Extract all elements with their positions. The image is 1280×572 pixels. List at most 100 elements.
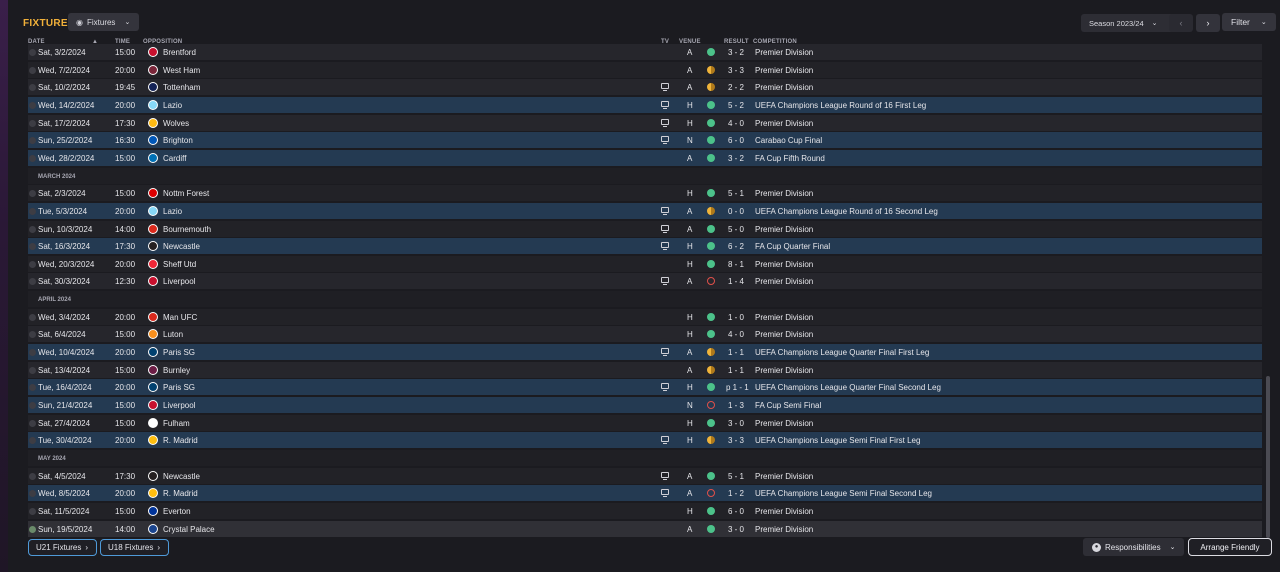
club-badge-icon[interactable] — [148, 347, 158, 358]
fixture-competition[interactable]: Premier Division — [755, 66, 813, 75]
club-badge-icon[interactable] — [148, 223, 158, 234]
club-badge-icon[interactable] — [148, 400, 158, 410]
fixture-competition[interactable]: FA Cup Semi Final — [755, 401, 821, 410]
club-badge-icon[interactable] — [148, 117, 158, 128]
opponent-name[interactable]: Cardiff — [163, 154, 186, 163]
opponent-name[interactable]: Burnley — [163, 366, 190, 375]
club-badge-icon[interactable] — [148, 329, 158, 340]
opponent-name[interactable]: Everton — [163, 507, 191, 516]
opponent-name[interactable]: Newcastle — [163, 242, 200, 251]
fixture-row[interactable]: Sat, 6/4/2024 15:00 Luton H 4 - 0 Premier Div… — [28, 326, 1262, 344]
fixture-competition[interactable]: FA Cup Quarter Final — [755, 242, 830, 251]
fixture-row[interactable]: Wed, 8/5/2024 20:00 R. Madrid A 1 - 2 UEFA Ch… — [28, 485, 1262, 503]
fixture-row[interactable]: Wed, 3/4/2024 20:00 Man UFC H 1 - 0 Premier D… — [28, 308, 1262, 326]
fixture-result[interactable]: 1 - 1 — [728, 366, 744, 375]
fixture-competition[interactable]: UEFA Champions League Semi Final First L… — [755, 436, 920, 445]
opponent-name[interactable]: Man UFC — [163, 313, 197, 322]
previous-season-button[interactable]: ‹ — [1169, 14, 1193, 32]
fixture-row[interactable]: Wed, 14/2/2024 20:00 Lazio H 5 - 2 UEFA Champ… — [28, 96, 1262, 114]
fixture-result[interactable]: p 1 - 1 — [726, 383, 749, 392]
fixture-result[interactable]: 6 - 0 — [728, 136, 744, 145]
fixture-competition[interactable]: Carabao Cup Final — [755, 136, 822, 145]
next-season-button[interactable]: › — [1196, 14, 1220, 32]
fixture-competition[interactable]: UEFA Champions League Quarter Final Firs… — [755, 348, 929, 357]
club-badge-icon[interactable] — [148, 470, 158, 481]
fixture-row[interactable]: Sat, 27/4/2024 15:00 Fulham H 3 - 0 Premier D… — [28, 414, 1262, 432]
fixture-competition[interactable]: UEFA Champions League Round of 16 First … — [755, 101, 926, 110]
club-badge-icon[interactable] — [148, 258, 158, 269]
fixture-result[interactable]: 5 - 2 — [728, 101, 744, 110]
opponent-name[interactable]: R. Madrid — [163, 489, 198, 498]
fixture-competition[interactable]: UEFA Champions League Quarter Final Seco… — [755, 383, 941, 392]
fixture-competition[interactable]: Premier Division — [755, 277, 813, 286]
fixture-competition[interactable]: Premier Division — [755, 83, 813, 92]
fixture-row[interactable]: Sat, 13/4/2024 15:00 Burnley A 1 - 1 Premier … — [28, 361, 1262, 379]
opponent-name[interactable]: Brighton — [163, 136, 193, 145]
opponent-name[interactable]: Paris SG — [163, 383, 195, 392]
fixture-row[interactable]: Tue, 30/4/2024 20:00 R. Madrid H 3 - 3 UEFA C… — [28, 432, 1262, 450]
fixture-competition[interactable]: Premier Division — [755, 225, 813, 234]
opponent-name[interactable]: Crystal Palace — [163, 525, 215, 534]
opponent-name[interactable]: Liverpool — [163, 277, 195, 286]
fixture-result[interactable]: 6 - 2 — [728, 242, 744, 251]
club-badge-icon[interactable] — [148, 488, 158, 499]
club-badge-icon[interactable] — [148, 99, 158, 110]
fixture-competition[interactable]: Premier Division — [755, 525, 813, 534]
club-badge-icon[interactable] — [148, 188, 158, 199]
club-badge-icon[interactable] — [148, 435, 158, 446]
fixture-result[interactable]: 3 - 0 — [728, 419, 744, 428]
fixture-row[interactable]: Sat, 16/3/2024 17:30 Newcastle H 6 - 2 FA Cup… — [28, 238, 1262, 256]
fixture-result[interactable]: 5 - 0 — [728, 225, 744, 234]
responsibilities-button[interactable]: ● Responsibilities ⌄ — [1083, 538, 1184, 556]
fixture-result[interactable]: 4 - 0 — [728, 330, 744, 339]
fixture-result[interactable]: 1 - 0 — [728, 313, 744, 322]
opponent-name[interactable]: West Ham — [163, 66, 200, 75]
fixture-row[interactable]: Wed, 28/2/2024 15:00 Cardiff A 3 - 2 FA Cup F… — [28, 149, 1262, 167]
fixture-row[interactable]: Sat, 30/3/2024 12:30 Liverpool A 1 - 4 Premie… — [28, 273, 1262, 291]
fixture-competition[interactable]: Premier Division — [755, 119, 813, 128]
club-badge-icon[interactable] — [148, 152, 158, 163]
fixtures-view-dropdown[interactable]: ◉ Fixtures ⌄ — [68, 13, 139, 31]
fixture-row[interactable]: Sat, 11/5/2024 15:00 Everton H 6 - 0 Premier … — [28, 502, 1262, 520]
fixture-row[interactable]: Sun, 19/5/2024 14:00 Crystal Palace A 3 - 0 P… — [28, 520, 1262, 538]
fixture-competition[interactable]: Premier Division — [755, 189, 813, 198]
fixture-result[interactable]: 1 - 2 — [728, 489, 744, 498]
club-badge-icon[interactable] — [148, 417, 158, 428]
fixture-result[interactable]: 1 - 3 — [728, 401, 744, 410]
fixture-result[interactable]: 2 - 2 — [728, 83, 744, 92]
fixture-competition[interactable]: Premier Division — [755, 507, 813, 516]
opponent-name[interactable]: Sheff Utd — [163, 260, 196, 269]
fixture-result[interactable]: 3 - 2 — [728, 48, 744, 57]
opponent-name[interactable]: Tottenham — [163, 83, 200, 92]
fixture-row[interactable]: Wed, 20/3/2024 20:00 Sheff Utd H 8 - 1 Premie… — [28, 255, 1262, 273]
fixture-result[interactable]: 1 - 1 — [728, 348, 744, 357]
fixture-competition[interactable]: Premier Division — [755, 472, 813, 481]
fixture-result[interactable]: 3 - 0 — [728, 525, 744, 534]
opponent-name[interactable]: Newcastle — [163, 472, 200, 481]
fixture-competition[interactable]: FA Cup Fifth Round — [755, 154, 825, 163]
club-badge-icon[interactable] — [148, 311, 158, 322]
opponent-name[interactable]: Lazio — [163, 207, 182, 216]
fixture-result[interactable]: 1 - 4 — [728, 277, 744, 286]
club-badge-icon[interactable] — [148, 382, 158, 393]
opponent-name[interactable]: Bournemouth — [163, 225, 211, 234]
fixture-competition[interactable]: UEFA Champions League Semi Final Second … — [755, 489, 932, 498]
fixture-row[interactable]: Sat, 4/5/2024 17:30 Newcastle A 5 - 1 Premier… — [28, 467, 1262, 485]
fixture-row[interactable]: Sat, 2/3/2024 15:00 Nottm Forest H 5 - 1 Prem… — [28, 185, 1262, 203]
filter-button[interactable]: Filter ⌄ — [1222, 13, 1276, 31]
fixture-competition[interactable]: Premier Division — [755, 313, 813, 322]
fixture-competition[interactable]: Premier Division — [755, 260, 813, 269]
fixture-row[interactable]: Tue, 16/4/2024 20:00 Paris SG Hp 1 - 1 UEFA … — [28, 379, 1262, 397]
fixture-row[interactable]: Sun, 21/4/2024 15:00 Liverpool N 1 - 3 FA Cup… — [28, 397, 1262, 414]
club-badge-icon[interactable] — [148, 523, 158, 534]
fixture-competition[interactable]: UEFA Champions League Round of 16 Second… — [755, 207, 938, 216]
arrange-friendly-button[interactable]: Arrange Friendly — [1188, 538, 1272, 556]
fixture-competition[interactable]: Premier Division — [755, 419, 813, 428]
opponent-name[interactable]: R. Madrid — [163, 436, 198, 445]
fixture-row[interactable]: Wed, 10/4/2024 20:00 Paris SG A 1 - 1 UEFA Ch… — [28, 344, 1262, 362]
opponent-name[interactable]: Paris SG — [163, 348, 195, 357]
scrollbar[interactable] — [1266, 376, 1270, 538]
opponent-name[interactable]: Wolves — [163, 119, 189, 128]
fixture-result[interactable]: 0 - 0 — [728, 207, 744, 216]
fixture-competition[interactable]: Premier Division — [755, 48, 813, 57]
